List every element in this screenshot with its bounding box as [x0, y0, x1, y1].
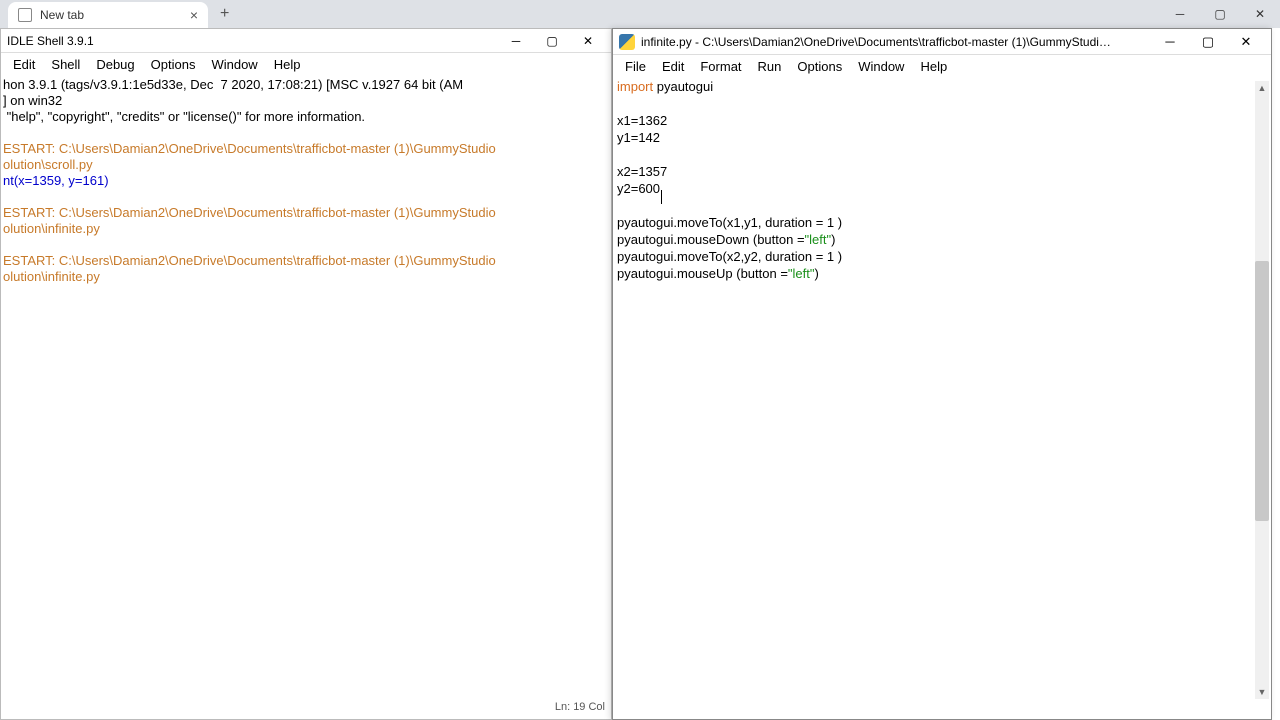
browser-maximize-button[interactable]: ▢ [1200, 0, 1240, 28]
editor-minimize-button[interactable]: ─ [1151, 30, 1189, 54]
shell-line: ESTART: C:\Users\Damian2\OneDrive\Docume… [3, 253, 609, 269]
shell-line: "help", "copyright", "credits" or "licen… [3, 109, 609, 125]
browser-window-controls: ─ ▢ ✕ [1160, 0, 1280, 28]
shell-menu-window[interactable]: Window [203, 55, 265, 74]
code-text: pyautogui.moveTo(x1,y1, duration = 1 ) [617, 215, 842, 230]
editor-maximize-button[interactable]: ▢ [1189, 30, 1227, 54]
shell-line [3, 125, 609, 141]
code-string: "left" [788, 266, 815, 281]
editor-scrollbar[interactable]: ▲ ▼ [1255, 81, 1269, 699]
editor-code-area[interactable]: import pyautogui x1=1362 y1=142 x2=1357 … [613, 77, 1271, 285]
code-string: "left" [805, 232, 832, 247]
shell-window-controls: ─ ▢ ✕ [499, 31, 605, 51]
editor-menu-help[interactable]: Help [912, 57, 955, 76]
scroll-down-icon[interactable]: ▼ [1255, 685, 1269, 699]
code-text: pyautogui [653, 79, 713, 94]
browser-tab-strip: New tab × + ─ ▢ ✕ [0, 0, 1280, 28]
shell-line: hon 3.9.1 (tags/v3.9.1:1e5d33e, Dec 7 20… [3, 77, 609, 93]
shell-line: nt(x=1359, y=161) [3, 173, 609, 189]
editor-window-controls: ─ ▢ ✕ [1151, 30, 1265, 54]
shell-titlebar[interactable]: IDLE Shell 3.9.1 ─ ▢ ✕ [1, 29, 611, 53]
code-text: pyautogui.mouseDown (button = [617, 232, 805, 247]
editor-menu-options[interactable]: Options [789, 57, 850, 76]
tab-title: New tab [40, 8, 84, 22]
text-cursor [661, 190, 662, 204]
editor-menu-file[interactable]: File [617, 57, 654, 76]
editor-menu-edit[interactable]: Edit [654, 57, 692, 76]
browser-tab-newtab[interactable]: New tab × [8, 2, 208, 28]
shell-status-bar: Ln: 19 Col [555, 701, 611, 719]
editor-title-text: infinite.py - C:\Users\Damian2\OneDrive\… [641, 35, 1111, 49]
editor-menu-format[interactable]: Format [692, 57, 749, 76]
shell-line: olution\infinite.py [3, 221, 609, 237]
shell-menu-options[interactable]: Options [143, 55, 204, 74]
browser-close-button[interactable]: ✕ [1240, 0, 1280, 28]
python-file-icon [619, 34, 635, 50]
shell-line [3, 189, 609, 205]
tab-close-icon[interactable]: × [190, 7, 198, 23]
shell-line: olution\infinite.py [3, 269, 609, 285]
code-text: y1=142 [617, 130, 660, 145]
shell-title-text: IDLE Shell 3.9.1 [7, 34, 94, 48]
code-text: x1=1362 [617, 113, 667, 128]
editor-close-button[interactable]: ✕ [1227, 30, 1265, 54]
editor-menubar: File Edit Format Run Options Window Help [613, 55, 1271, 77]
idle-shell-window: IDLE Shell 3.9.1 ─ ▢ ✕ Edit Shell Debug … [0, 28, 612, 720]
shell-menubar: Edit Shell Debug Options Window Help [1, 53, 611, 75]
new-tab-button[interactable]: + [220, 5, 229, 23]
idle-editor-window: infinite.py - C:\Users\Damian2\OneDrive\… [612, 28, 1272, 720]
browser-minimize-button[interactable]: ─ [1160, 0, 1200, 28]
editor-menu-window[interactable]: Window [850, 57, 912, 76]
shell-line: ESTART: C:\Users\Damian2\OneDrive\Docume… [3, 205, 609, 221]
scroll-up-icon[interactable]: ▲ [1255, 81, 1269, 95]
shell-line: ] on win32 [3, 93, 609, 109]
tab-favicon [18, 8, 32, 22]
code-text: ) [815, 266, 819, 281]
shell-output[interactable]: hon 3.9.1 (tags/v3.9.1:1e5d33e, Dec 7 20… [1, 75, 611, 287]
editor-menu-run[interactable]: Run [750, 57, 790, 76]
shell-minimize-button[interactable]: ─ [499, 31, 533, 51]
scroll-thumb[interactable] [1255, 261, 1269, 521]
code-text: pyautogui.moveTo(x2,y2, duration = 1 ) [617, 249, 842, 264]
shell-maximize-button[interactable]: ▢ [535, 31, 569, 51]
shell-menu-debug[interactable]: Debug [88, 55, 142, 74]
code-keyword: import [617, 79, 653, 94]
shell-close-button[interactable]: ✕ [571, 31, 605, 51]
code-text: ) [831, 232, 835, 247]
shell-line: ESTART: C:\Users\Damian2\OneDrive\Docume… [3, 141, 609, 157]
shell-menu-edit[interactable]: Edit [5, 55, 43, 74]
shell-menu-help[interactable]: Help [266, 55, 309, 74]
shell-line: olution\scroll.py [3, 157, 609, 173]
shell-menu-shell[interactable]: Shell [43, 55, 88, 74]
code-text: pyautogui.mouseUp (button = [617, 266, 788, 281]
shell-line [3, 237, 609, 253]
editor-titlebar[interactable]: infinite.py - C:\Users\Damian2\OneDrive\… [613, 29, 1271, 55]
code-text: y2=600 [617, 181, 660, 196]
code-text: x2=1357 [617, 164, 667, 179]
